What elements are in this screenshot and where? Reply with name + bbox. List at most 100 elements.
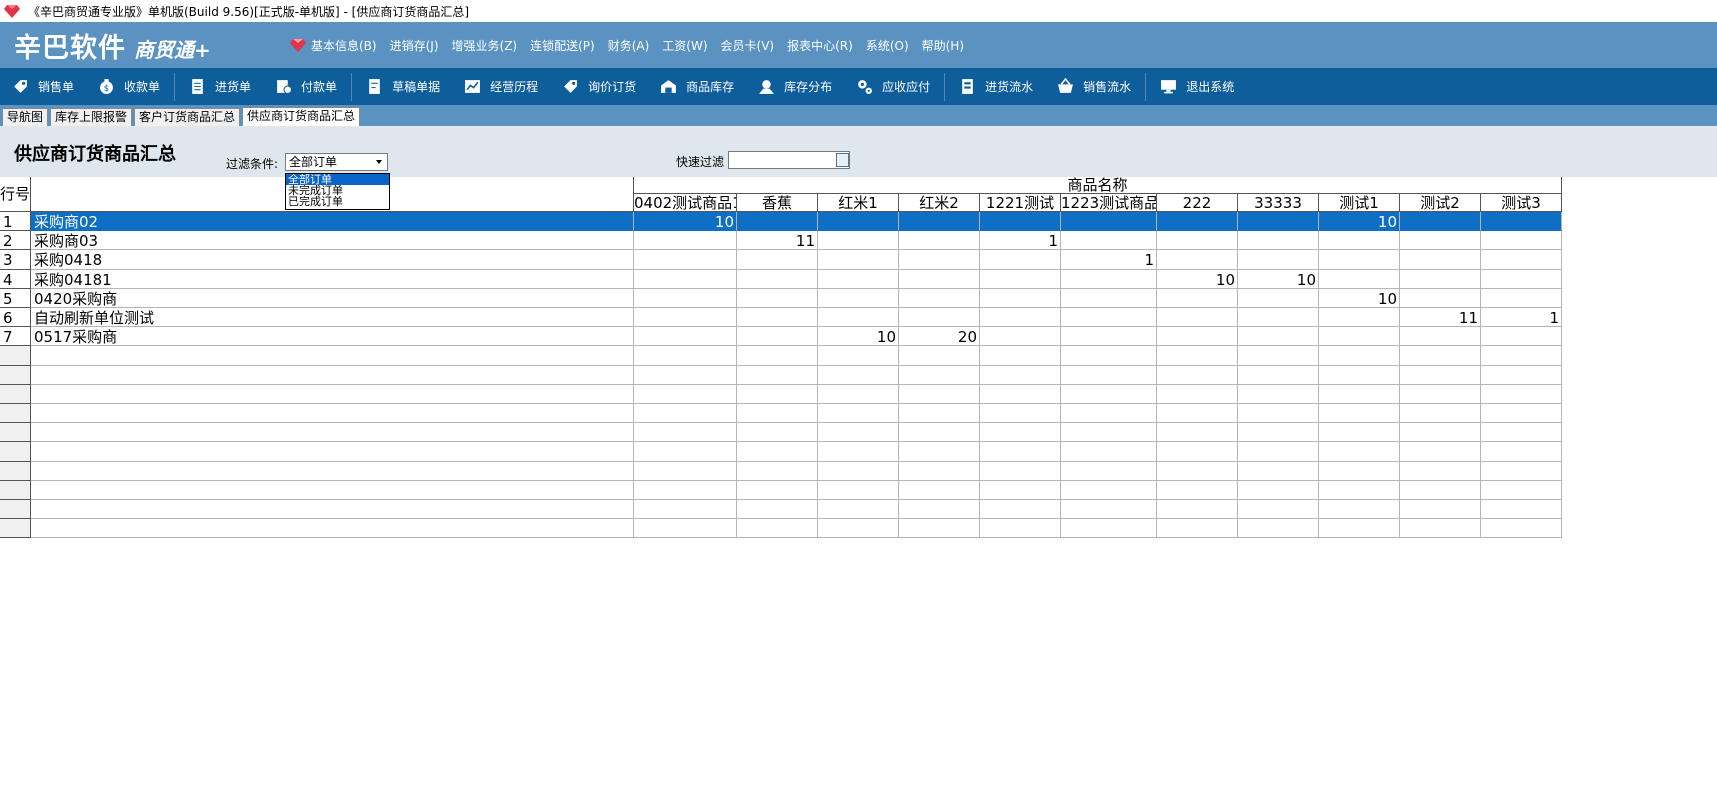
quantity-cell[interactable] <box>1157 231 1238 251</box>
menu-finance[interactable]: 财务(A) <box>608 37 650 54</box>
empty-cell[interactable] <box>980 442 1061 462</box>
quantity-cell[interactable]: 1 <box>1061 250 1157 270</box>
tool-sales-order[interactable]: 销售单 <box>0 68 86 105</box>
quantity-cell[interactable] <box>1481 269 1562 289</box>
empty-cell[interactable] <box>899 423 980 443</box>
quantity-cell[interactable] <box>1481 212 1562 232</box>
empty-cell[interactable] <box>1319 500 1400 520</box>
empty-cell[interactable] <box>1238 442 1319 462</box>
quantity-cell[interactable] <box>899 250 980 270</box>
quantity-cell[interactable] <box>1481 327 1562 347</box>
filter-option-incomplete[interactable]: 未完成订单 <box>286 185 389 196</box>
quantity-cell[interactable] <box>1157 327 1238 347</box>
tool-business-history[interactable]: 经营历程 <box>452 68 550 105</box>
quantity-cell[interactable] <box>1400 288 1481 308</box>
empty-row-number[interactable] <box>0 384 31 404</box>
product-column-header[interactable]: 1223测试商品 <box>1061 194 1157 212</box>
product-column-header[interactable]: 测试2 <box>1400 194 1481 212</box>
empty-cell[interactable] <box>1157 519 1238 539</box>
empty-cell[interactable] <box>1319 442 1400 462</box>
empty-cell[interactable] <box>737 365 818 385</box>
empty-cell[interactable] <box>980 500 1061 520</box>
menu-reports[interactable]: 报表中心(R) <box>787 37 853 54</box>
quantity-cell[interactable] <box>1238 308 1319 328</box>
empty-row-number[interactable] <box>0 423 31 443</box>
empty-cell[interactable] <box>1238 519 1319 539</box>
empty-cell[interactable] <box>737 346 818 366</box>
tool-inquiry-order[interactable]: 询价订货 <box>550 68 648 105</box>
quantity-cell[interactable] <box>980 308 1061 328</box>
quantity-cell[interactable] <box>980 212 1061 232</box>
empty-cell[interactable] <box>1061 404 1157 424</box>
empty-cell[interactable] <box>818 500 899 520</box>
empty-cell[interactable] <box>899 500 980 520</box>
empty-cell[interactable] <box>818 365 899 385</box>
quantity-cell[interactable] <box>1061 327 1157 347</box>
quantity-cell[interactable]: 1 <box>1481 308 1562 328</box>
quantity-cell[interactable]: 10 <box>1238 269 1319 289</box>
empty-cell[interactable] <box>1238 461 1319 481</box>
empty-cell[interactable] <box>634 442 737 462</box>
quantity-cell[interactable] <box>737 327 818 347</box>
empty-cell[interactable] <box>899 480 980 500</box>
quantity-cell[interactable] <box>1319 327 1400 347</box>
empty-cell[interactable] <box>1061 519 1157 539</box>
empty-name-cell[interactable] <box>31 519 634 539</box>
product-column-header[interactable]: 222 <box>1157 194 1238 212</box>
empty-cell[interactable] <box>1400 384 1481 404</box>
menu-basic-info[interactable]: 基本信息(B) <box>290 37 377 54</box>
supplier-name-cell[interactable]: 采购0418 <box>31 250 634 270</box>
quantity-cell[interactable] <box>980 250 1061 270</box>
empty-cell[interactable] <box>1238 346 1319 366</box>
empty-cell[interactable] <box>737 480 818 500</box>
empty-cell[interactable] <box>1400 365 1481 385</box>
quantity-cell[interactable] <box>1400 212 1481 232</box>
empty-cell[interactable] <box>1400 346 1481 366</box>
empty-cell[interactable] <box>818 461 899 481</box>
quantity-cell[interactable] <box>737 269 818 289</box>
empty-cell[interactable] <box>1061 480 1157 500</box>
empty-cell[interactable] <box>1061 423 1157 443</box>
quantity-cell[interactable] <box>634 231 737 251</box>
empty-cell[interactable] <box>1319 519 1400 539</box>
tool-sales-flow[interactable]: 销售流水 <box>1045 68 1143 105</box>
empty-cell[interactable] <box>1481 423 1562 443</box>
row-number[interactable]: 5 <box>0 288 31 308</box>
empty-cell[interactable] <box>1400 461 1481 481</box>
empty-cell[interactable] <box>737 461 818 481</box>
quantity-cell[interactable] <box>737 288 818 308</box>
empty-row-number[interactable] <box>0 346 31 366</box>
product-column-header[interactable]: 0402测试商品1 <box>634 194 737 212</box>
empty-cell[interactable] <box>634 461 737 481</box>
quantity-cell[interactable] <box>1319 308 1400 328</box>
tool-drafts[interactable]: 草稿单据 <box>354 68 452 105</box>
menu-enhanced[interactable]: 增强业务(Z) <box>452 37 518 54</box>
empty-cell[interactable] <box>980 423 1061 443</box>
tab-navigation-map[interactable]: 导航图 <box>2 108 49 126</box>
tool-purchase-flow[interactable]: 进货流水 <box>947 68 1045 105</box>
empty-row-number[interactable] <box>0 365 31 385</box>
filter-select[interactable]: 全部订单 <box>285 153 388 171</box>
empty-cell[interactable] <box>1061 346 1157 366</box>
quantity-cell[interactable] <box>1319 250 1400 270</box>
empty-cell[interactable] <box>1400 404 1481 424</box>
empty-cell[interactable] <box>634 480 737 500</box>
tab-customer-order-summary[interactable]: 客户订货商品汇总 <box>134 108 241 126</box>
quantity-cell[interactable]: 20 <box>899 327 980 347</box>
empty-cell[interactable] <box>1157 384 1238 404</box>
empty-cell[interactable] <box>818 480 899 500</box>
empty-cell[interactable] <box>634 500 737 520</box>
quantity-cell[interactable] <box>899 288 980 308</box>
row-number[interactable]: 6 <box>0 308 31 328</box>
empty-name-cell[interactable] <box>31 461 634 481</box>
quantity-cell[interactable] <box>1157 212 1238 232</box>
quantity-cell[interactable] <box>1061 288 1157 308</box>
empty-cell[interactable] <box>1157 404 1238 424</box>
empty-cell[interactable] <box>1319 423 1400 443</box>
quantity-cell[interactable] <box>1238 288 1319 308</box>
quantity-cell[interactable] <box>1157 288 1238 308</box>
empty-cell[interactable] <box>980 480 1061 500</box>
empty-cell[interactable] <box>1061 365 1157 385</box>
quantity-cell[interactable] <box>1481 288 1562 308</box>
empty-row-number[interactable] <box>0 480 31 500</box>
